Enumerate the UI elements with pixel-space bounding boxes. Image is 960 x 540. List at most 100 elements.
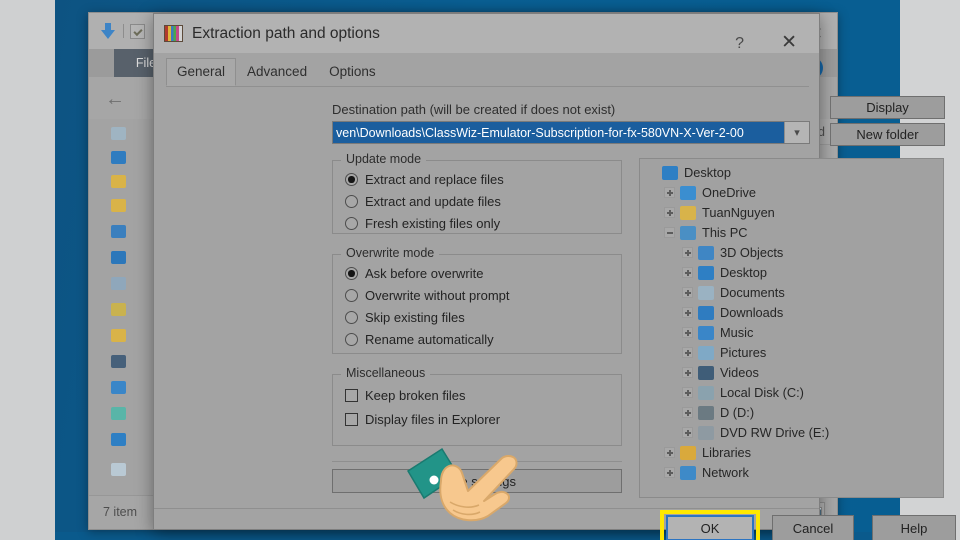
nav-icon-folder-3[interactable] bbox=[111, 225, 126, 238]
radio-button-off-icon bbox=[345, 289, 358, 302]
tree-node[interactable]: Network bbox=[664, 465, 749, 480]
tree-node[interactable]: Documents bbox=[682, 285, 785, 300]
back-arrow-icon[interactable]: ← bbox=[105, 89, 125, 109]
checkbox-display-files-in-explorer[interactable]: Display files in Explorer bbox=[345, 412, 500, 427]
tree-node[interactable]: TuanNguyen bbox=[664, 205, 775, 220]
option-label: Keep broken files bbox=[365, 388, 465, 403]
option-label: Extract and replace files bbox=[365, 172, 504, 187]
checkbox-keep-broken-files[interactable]: Keep broken files bbox=[345, 388, 465, 403]
tab-advanced[interactable]: Advanced bbox=[236, 58, 318, 86]
option-label: Skip existing files bbox=[365, 310, 465, 325]
expand-plus-icon[interactable] bbox=[682, 407, 693, 418]
expand-plus-icon[interactable] bbox=[682, 327, 693, 338]
expand-plus-icon[interactable] bbox=[682, 307, 693, 318]
status-item-count: 7 item bbox=[103, 505, 137, 519]
update-mode-group: Update mode Extract and replace files Ex… bbox=[332, 160, 622, 234]
tree-node[interactable]: This PC bbox=[664, 225, 748, 240]
checkbox-icon[interactable] bbox=[130, 24, 145, 39]
expand-plus-icon[interactable] bbox=[682, 287, 693, 298]
folder-tree[interactable]: Desktop OneDrive TuanNguyen This PC 3D Objec… bbox=[639, 158, 944, 498]
nav-icon-folder-1[interactable] bbox=[111, 175, 126, 188]
tree-node-label: Libraries bbox=[702, 445, 751, 460]
tree-node[interactable]: D (D:) bbox=[682, 405, 754, 420]
radio-fresh-existing-only[interactable]: Fresh existing files only bbox=[345, 216, 500, 231]
nav-icon-drive-e[interactable] bbox=[111, 433, 126, 446]
nav-icon-pictures[interactable] bbox=[111, 277, 126, 290]
tree-node[interactable]: Pictures bbox=[682, 345, 766, 360]
nav-icon-videos[interactable] bbox=[111, 355, 126, 368]
tree-node[interactable]: 3D Objects bbox=[682, 245, 783, 260]
help-button[interactable]: Help bbox=[872, 515, 956, 540]
tree-node[interactable]: Local Disk (C:) bbox=[682, 385, 804, 400]
dialog-tabs: General Advanced Options bbox=[166, 58, 387, 86]
cancel-button[interactable]: Cancel bbox=[772, 515, 854, 540]
nav-icon-folder-2[interactable] bbox=[111, 199, 126, 212]
tree-node-label: 3D Objects bbox=[720, 245, 783, 260]
download-arrow-icon[interactable] bbox=[99, 22, 117, 40]
expand-plus-icon[interactable] bbox=[682, 347, 693, 358]
nav-icon-localdisk[interactable] bbox=[111, 381, 126, 394]
radio-rename-automatically[interactable]: Rename automatically bbox=[345, 332, 494, 347]
destination-path-combobox[interactable]: ven\Downloads\ClassWiz-Emulator-Subscrip… bbox=[332, 121, 810, 144]
tree-node[interactable]: Videos bbox=[682, 365, 759, 380]
tree-node-label: Network bbox=[702, 465, 749, 480]
option-label: Ask before overwrite bbox=[365, 266, 484, 281]
tree-node-label: Downloads bbox=[720, 305, 783, 320]
overwrite-mode-legend: Overwrite mode bbox=[341, 246, 439, 260]
expand-plus-icon[interactable] bbox=[682, 367, 693, 378]
nav-icon-drive-d[interactable] bbox=[111, 407, 126, 420]
option-label: Extract and update files bbox=[365, 194, 501, 209]
expand-plus-icon[interactable] bbox=[682, 427, 693, 438]
winrar-icon bbox=[164, 25, 183, 42]
ok-button[interactable]: OK bbox=[666, 515, 754, 540]
disc-drive-icon bbox=[698, 426, 714, 440]
overwrite-mode-group: Overwrite mode Ask before overwrite Over… bbox=[332, 254, 622, 354]
tree-node[interactable]: DVD RW Drive (E:) bbox=[682, 425, 829, 440]
dialog-title: Extraction path and options bbox=[192, 25, 380, 43]
radio-extract-and-update[interactable]: Extract and update files bbox=[345, 194, 501, 209]
nav-icon-onedrive[interactable] bbox=[111, 151, 126, 164]
tree-node[interactable]: Libraries bbox=[664, 445, 751, 460]
new-folder-button[interactable]: New folder bbox=[830, 123, 945, 146]
nav-icon-network[interactable] bbox=[111, 463, 126, 476]
nav-icon-music[interactable] bbox=[111, 303, 126, 316]
library-icon bbox=[680, 446, 696, 460]
radio-extract-and-replace[interactable]: Extract and replace files bbox=[345, 172, 504, 187]
music-icon bbox=[698, 326, 714, 340]
dialog-close-button[interactable]: ✕ bbox=[781, 33, 797, 52]
destination-path-input[interactable]: ven\Downloads\ClassWiz-Emulator-Subscrip… bbox=[333, 122, 784, 143]
tree-node[interactable]: Music bbox=[682, 325, 753, 340]
quick-access-toolbar bbox=[99, 22, 145, 40]
nav-icon-thispc[interactable] bbox=[111, 251, 126, 264]
dialog-help-button[interactable]: ? bbox=[735, 35, 744, 53]
nav-icon-quickaccess[interactable] bbox=[111, 127, 126, 140]
document-icon bbox=[698, 286, 714, 300]
tree-node[interactable]: Downloads bbox=[682, 305, 783, 320]
expand-plus-icon[interactable] bbox=[682, 247, 693, 258]
tree-node-label: DVD RW Drive (E:) bbox=[720, 425, 829, 440]
tree-node[interactable]: Desktop bbox=[682, 265, 767, 280]
radio-ask-before-overwrite[interactable]: Ask before overwrite bbox=[345, 266, 484, 281]
tree-node-label: D (D:) bbox=[720, 405, 754, 420]
pointing-hand-cursor bbox=[406, 443, 536, 540]
option-label: Display files in Explorer bbox=[365, 412, 500, 427]
radio-overwrite-without-prompt[interactable]: Overwrite without prompt bbox=[345, 288, 510, 303]
expand-plus-icon[interactable] bbox=[682, 267, 693, 278]
expand-plus-icon[interactable] bbox=[664, 447, 675, 458]
tree-node-label: OneDrive bbox=[702, 185, 756, 200]
radio-button-off-icon bbox=[345, 333, 358, 346]
radio-button-off-icon bbox=[345, 217, 358, 230]
collapse-minus-icon[interactable] bbox=[664, 227, 675, 238]
chevron-down-icon[interactable]: ▾ bbox=[784, 122, 809, 143]
tree-node[interactable]: OneDrive bbox=[664, 185, 756, 200]
tree-node[interactable]: Desktop bbox=[646, 165, 731, 180]
display-button[interactable]: Display bbox=[830, 96, 945, 119]
tab-general[interactable]: General bbox=[166, 58, 236, 86]
expand-plus-icon[interactable] bbox=[664, 187, 675, 198]
expand-plus-icon[interactable] bbox=[682, 387, 693, 398]
radio-skip-existing-files[interactable]: Skip existing files bbox=[345, 310, 465, 325]
nav-icon-folder-4[interactable] bbox=[111, 329, 126, 342]
tab-options[interactable]: Options bbox=[318, 58, 387, 86]
expand-plus-icon[interactable] bbox=[664, 207, 675, 218]
expand-plus-icon[interactable] bbox=[664, 467, 675, 478]
